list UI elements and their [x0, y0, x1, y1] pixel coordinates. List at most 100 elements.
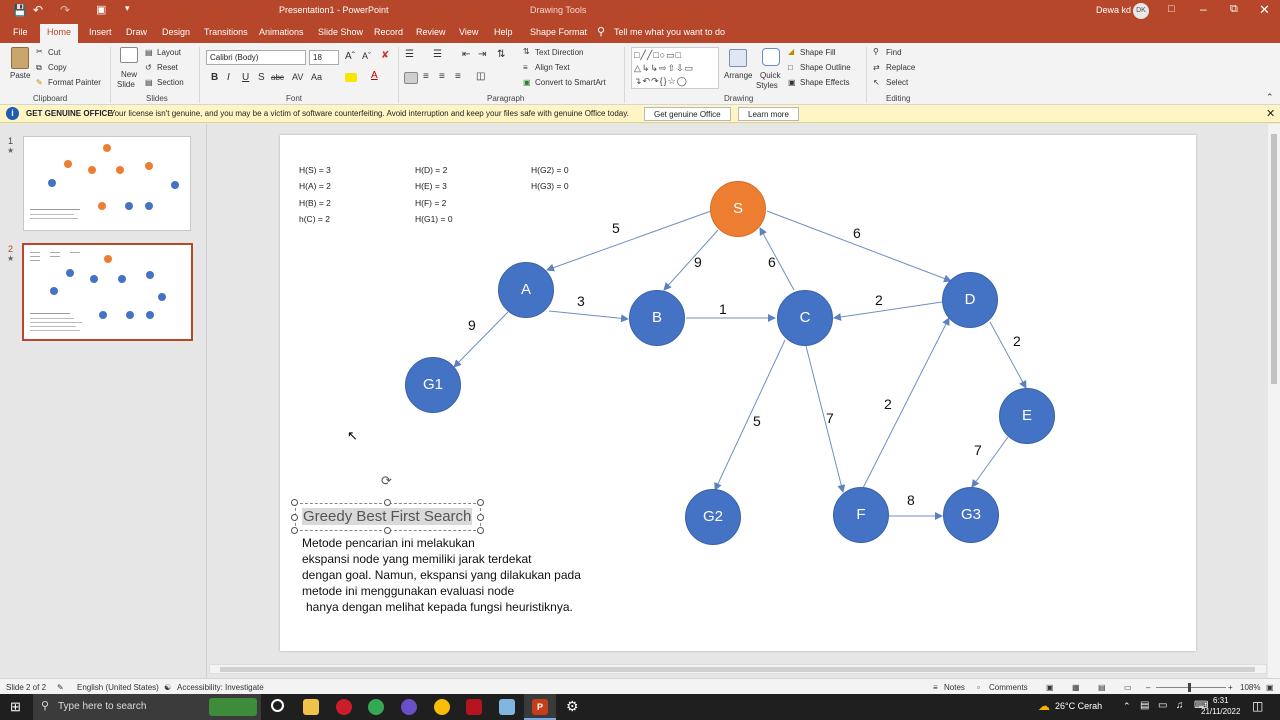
- clock-time[interactable]: 6:31: [1213, 696, 1229, 705]
- notifications-icon[interactable]: ◫: [1252, 699, 1263, 713]
- weight-s-d: 6: [853, 225, 861, 241]
- resize-handle[interactable]: [291, 499, 298, 506]
- heuristic-d: H(D) = 2: [415, 165, 448, 175]
- edge-s-b: [663, 229, 719, 291]
- file-explorer-icon[interactable]: [303, 699, 319, 715]
- powerpoint-taskbar-button[interactable]: P: [524, 694, 556, 720]
- weight-f-g3: 8: [907, 492, 915, 508]
- heuristic-g1: H(G1) = 0: [415, 214, 453, 224]
- description-line-2: ekspansi node yang memiliki jarak terdek…: [302, 552, 532, 566]
- resize-handle[interactable]: [384, 499, 391, 506]
- video-editor-icon[interactable]: [466, 699, 482, 715]
- node-a[interactable]: A: [498, 262, 554, 318]
- resize-handle[interactable]: [477, 527, 484, 534]
- windows-start-icon[interactable]: ⊞: [10, 699, 21, 715]
- edge-a-b: [548, 310, 629, 323]
- status-bar: Slide 2 of 2 ✎ English (United States) ☯…: [0, 678, 1280, 694]
- node-g1[interactable]: G1: [405, 357, 461, 413]
- slideshow-view-icon[interactable]: ▭: [1124, 683, 1132, 692]
- heuristic-g2: H(G2) = 0: [531, 165, 569, 175]
- description-line-5: hanya dengan melihat kepada fungsi heuri…: [306, 600, 573, 614]
- description-line-4: metode ini menggunakan evaluasi node: [302, 584, 515, 598]
- language-indicator[interactable]: English (United States): [77, 683, 159, 692]
- heuristic-f: H(F) = 2: [415, 198, 447, 208]
- edge-c-g2: [714, 339, 786, 491]
- horizontal-scrollbar[interactable]: [209, 664, 1267, 674]
- zoom-out-icon[interactable]: –: [1146, 683, 1150, 692]
- opera-icon[interactable]: [336, 699, 352, 715]
- comments-button[interactable]: Comments: [989, 683, 1028, 692]
- tray-arrow-icon[interactable]: ⌃: [1123, 701, 1131, 712]
- edge-d-c: [833, 301, 943, 321]
- edge-a-g1: [453, 311, 509, 368]
- node-g2[interactable]: G2: [685, 489, 741, 545]
- slide-sorter-icon[interactable]: ▦: [1072, 683, 1080, 692]
- node-s[interactable]: S: [710, 181, 766, 237]
- weight-a-b: 3: [577, 293, 585, 309]
- weather-text[interactable]: 26°C Cerah: [1055, 701, 1102, 711]
- fit-slide-icon[interactable]: ▣: [1266, 683, 1274, 692]
- weight-c-s: 6: [768, 254, 776, 270]
- vertical-scrollbar[interactable]: [1268, 124, 1280, 678]
- description-line-3: dengan goal. Namun, ekspansi yang dilaku…: [302, 568, 581, 582]
- cortana-icon[interactable]: [271, 699, 284, 712]
- search-highlight-icon: [209, 698, 257, 716]
- node-d[interactable]: D: [942, 272, 998, 328]
- edge-c-f: [805, 345, 846, 493]
- settings-gear-icon[interactable]: ⚙: [566, 698, 579, 715]
- zoom-in-icon[interactable]: +: [1228, 683, 1233, 692]
- resize-handle[interactable]: [291, 527, 298, 534]
- volume-icon[interactable]: ♫: [1176, 700, 1184, 711]
- weather-icon[interactable]: ☁: [1038, 699, 1050, 713]
- notes-button[interactable]: Notes: [944, 683, 965, 692]
- resize-handle[interactable]: [477, 499, 484, 506]
- accessibility-status[interactable]: Accessibility: Investigate: [177, 683, 264, 692]
- node-f[interactable]: F: [833, 487, 889, 543]
- heuristic-c: h(C) = 2: [299, 214, 330, 224]
- node-b[interactable]: B: [629, 290, 685, 346]
- reading-view-icon[interactable]: ▤: [1098, 683, 1106, 692]
- node-c[interactable]: C: [777, 290, 833, 346]
- edge-s-d: [766, 210, 952, 283]
- accessibility-icon[interactable]: ☯: [164, 683, 171, 692]
- rotate-handle-icon[interactable]: ⟳: [381, 473, 392, 489]
- description-line-1: Metode pencarian ini melakukan: [302, 536, 475, 550]
- normal-view-icon[interactable]: ▣: [1046, 683, 1054, 692]
- clock-date[interactable]: 21/11/2022: [1201, 707, 1240, 716]
- weight-s-b: 9: [694, 254, 702, 270]
- resize-handle[interactable]: [477, 514, 484, 521]
- taskbar-search-placeholder[interactable]: Type here to search: [58, 701, 146, 712]
- mouse-cursor-icon: ↖: [347, 428, 358, 443]
- weight-d-c: 2: [875, 292, 883, 308]
- h-scrollbar-thumb[interactable]: [220, 667, 1255, 672]
- chrome-icon[interactable]: [368, 699, 384, 715]
- windows-taskbar: ⊞ ⚲ Type here to search P ⚙ ☁ 26°C Cerah…: [0, 694, 1280, 720]
- spellcheck-icon[interactable]: ✎: [57, 683, 64, 692]
- node-e[interactable]: E: [999, 388, 1055, 444]
- node-g3[interactable]: G3: [943, 487, 999, 543]
- weight-b-c: 1: [719, 301, 727, 317]
- heuristic-b: H(B) = 2: [299, 198, 331, 208]
- notes-icon[interactable]: ≡: [933, 683, 938, 692]
- app-icon[interactable]: [401, 699, 417, 715]
- zoom-level[interactable]: 108%: [1240, 683, 1260, 692]
- weight-d-e: 2: [1013, 333, 1021, 349]
- edge-f-d: [862, 317, 950, 489]
- weight-a-g1: 9: [468, 317, 476, 333]
- battery-icon[interactable]: ▭: [1158, 700, 1167, 711]
- slide-title-text[interactable]: Greedy Best First Search: [302, 508, 473, 525]
- slide-counter: Slide 2 of 2: [6, 683, 47, 692]
- resize-handle[interactable]: [384, 527, 391, 534]
- chrome-profile-icon[interactable]: [434, 699, 450, 715]
- zoom-slider-handle[interactable]: [1188, 683, 1191, 692]
- heuristic-e: H(E) = 3: [415, 181, 447, 191]
- notepad-icon[interactable]: [499, 699, 515, 715]
- weight-c-g2: 5: [753, 413, 761, 429]
- taskbar-search-box[interactable]: ⚲ Type here to search: [33, 694, 261, 720]
- edge-s-a: [546, 210, 712, 272]
- comments-icon[interactable]: ▫: [977, 683, 980, 692]
- zoom-slider[interactable]: [1156, 687, 1226, 688]
- scrollbar-thumb[interactable]: [1271, 134, 1277, 384]
- network-icon[interactable]: ▤: [1140, 700, 1149, 711]
- resize-handle[interactable]: [291, 514, 298, 521]
